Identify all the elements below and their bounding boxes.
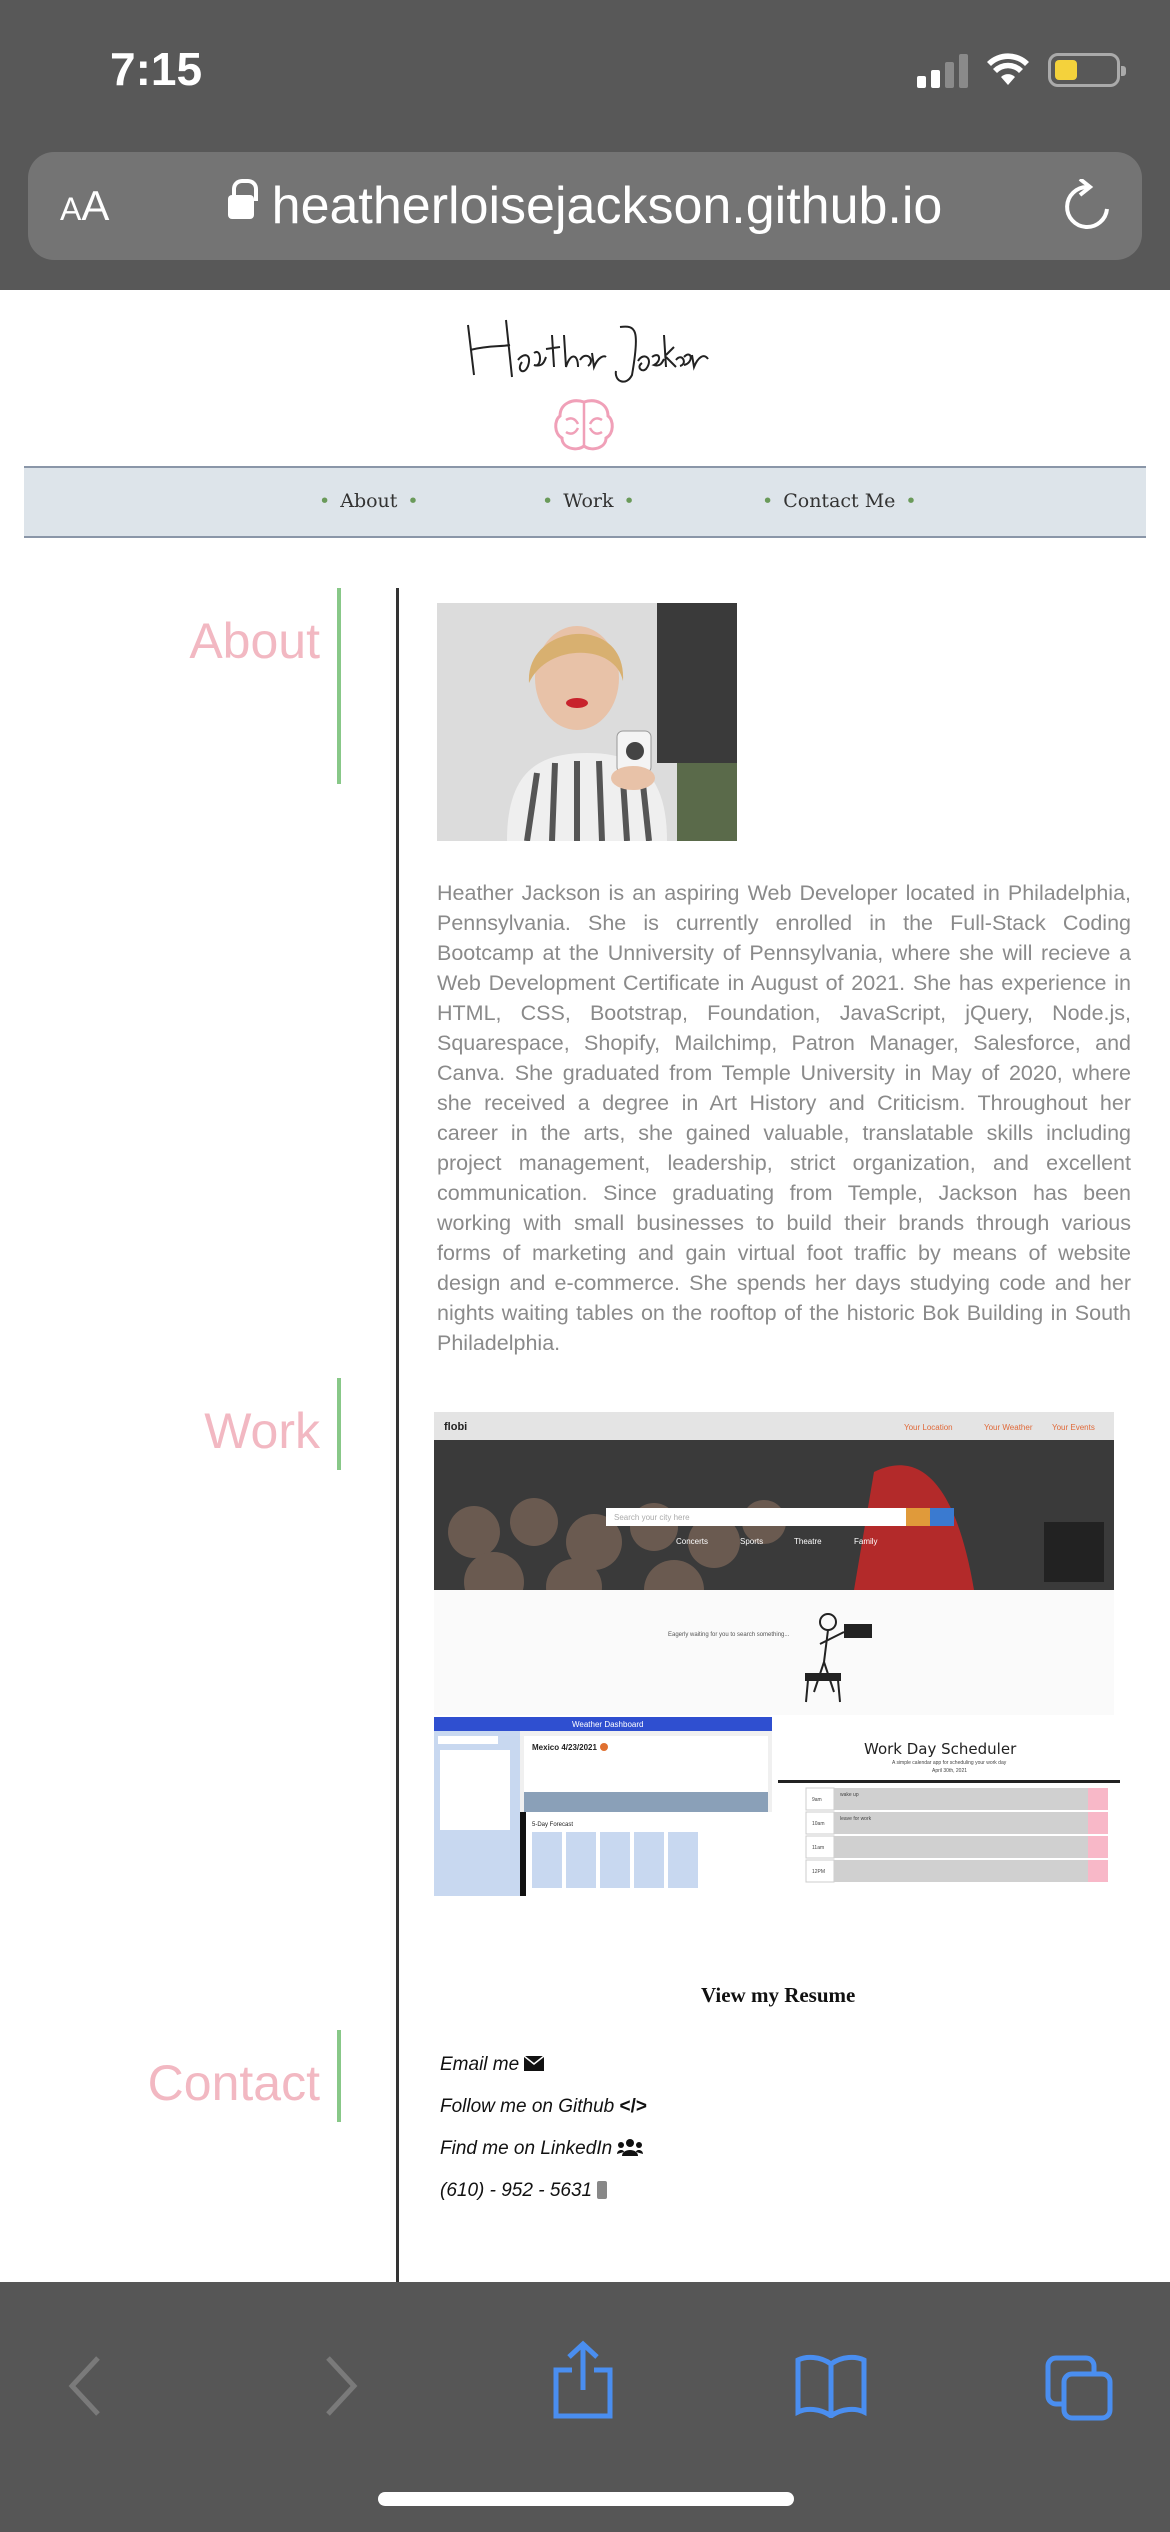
svg-text:11am: 11am xyxy=(812,1845,824,1851)
cellular-signal-icon xyxy=(917,52,968,88)
profile-photo xyxy=(437,603,737,841)
brain-code-logo-icon xyxy=(554,399,614,451)
envelope-icon xyxy=(524,2055,545,2071)
users-icon xyxy=(617,2139,644,2156)
svg-text:Eagerly waiting for you to sea: Eagerly waiting for you to search someth… xyxy=(668,1632,790,1638)
forward-icon[interactable] xyxy=(320,2354,360,2418)
signature-logo xyxy=(467,319,709,383)
svg-text:A simple calendar app for sche: A simple calendar app for scheduling you… xyxy=(892,1760,1007,1766)
nav-about[interactable]: • About • xyxy=(309,490,429,512)
svg-text:5-Day Forecast: 5-Day Forecast xyxy=(532,1822,573,1828)
svg-text:Family: Family xyxy=(854,1537,878,1546)
status-time: 7:15 xyxy=(110,43,203,95)
nav-contact[interactable]: • Contact Me • xyxy=(752,490,927,512)
contact-heading: Contact xyxy=(147,2055,320,2111)
view-resume-link[interactable]: View my Resume xyxy=(701,1983,855,2008)
contact-accent-bar xyxy=(337,2030,341,2122)
svg-text:Your Events: Your Events xyxy=(1052,1423,1095,1432)
svg-text:10am: 10am xyxy=(812,1821,825,1827)
svg-text:Your Weather: Your Weather xyxy=(984,1423,1033,1432)
timeline-divider xyxy=(396,588,399,2282)
work-heading: Work xyxy=(204,1403,320,1459)
svg-text:9am: 9am xyxy=(812,1797,822,1803)
battery-icon xyxy=(1048,53,1126,87)
svg-text:Concerts: Concerts xyxy=(676,1537,708,1546)
lock-icon xyxy=(227,179,258,221)
bookmarks-icon[interactable] xyxy=(794,2354,868,2418)
site-navbar: • About • • Work • • Contact Me • xyxy=(24,466,1146,538)
share-icon[interactable] xyxy=(552,2340,614,2420)
svg-text:12PM: 12PM xyxy=(812,1869,825,1875)
svg-text:April 30th, 2021: April 30th, 2021 xyxy=(932,1768,967,1774)
svg-text:Work Day Scheduler: Work Day Scheduler xyxy=(864,1740,1017,1758)
wifi-icon xyxy=(987,53,1029,85)
phone-icon xyxy=(597,2181,608,2199)
linkedin-link[interactable]: Find me on LinkedIn xyxy=(440,2138,644,2160)
flobi-brand: flobi xyxy=(444,1421,467,1433)
svg-text:leave for work: leave for work xyxy=(840,1816,872,1822)
nav-work[interactable]: • Work • xyxy=(532,490,645,512)
reload-icon[interactable] xyxy=(1062,179,1112,233)
code-icon: </> xyxy=(619,2096,648,2117)
svg-text:Sports: Sports xyxy=(740,1537,763,1546)
svg-text:Theatre: Theatre xyxy=(794,1537,822,1546)
back-icon[interactable] xyxy=(66,2354,106,2418)
status-and-address-bar: 7:15 AA heatherloisejackson.github.io xyxy=(0,0,1170,290)
tabs-icon[interactable] xyxy=(1044,2354,1114,2422)
about-heading: About xyxy=(189,613,320,669)
github-link[interactable]: Follow me on Github </> xyxy=(440,2096,647,2118)
about-bio: Heather Jackson is an aspiring Web Devel… xyxy=(437,881,1131,1355)
url-text: heatherloisejackson.github.io xyxy=(271,177,943,235)
svg-text:Mexico 4/23/2021: Mexico 4/23/2021 xyxy=(532,1743,597,1752)
about-accent-bar xyxy=(337,588,341,784)
svg-text:wake up: wake up xyxy=(840,1792,859,1798)
address-bar[interactable]: AA heatherloisejackson.github.io xyxy=(28,152,1142,260)
svg-text:Search your city here: Search your city here xyxy=(614,1513,690,1522)
svg-text:Your Location: Your Location xyxy=(904,1423,953,1432)
phone-number[interactable]: (610) - 952 - 5631 xyxy=(440,2180,608,2202)
work-portfolio-collage[interactable]: flobi Your Location Your Weather Your Ev… xyxy=(434,1412,1120,1896)
svg-text:Weather Dashboard: Weather Dashboard xyxy=(572,1720,643,1729)
email-link[interactable]: Email me xyxy=(440,2054,545,2076)
status-icons xyxy=(917,52,1126,88)
work-accent-bar xyxy=(337,1378,341,1470)
home-indicator[interactable] xyxy=(378,2492,794,2506)
